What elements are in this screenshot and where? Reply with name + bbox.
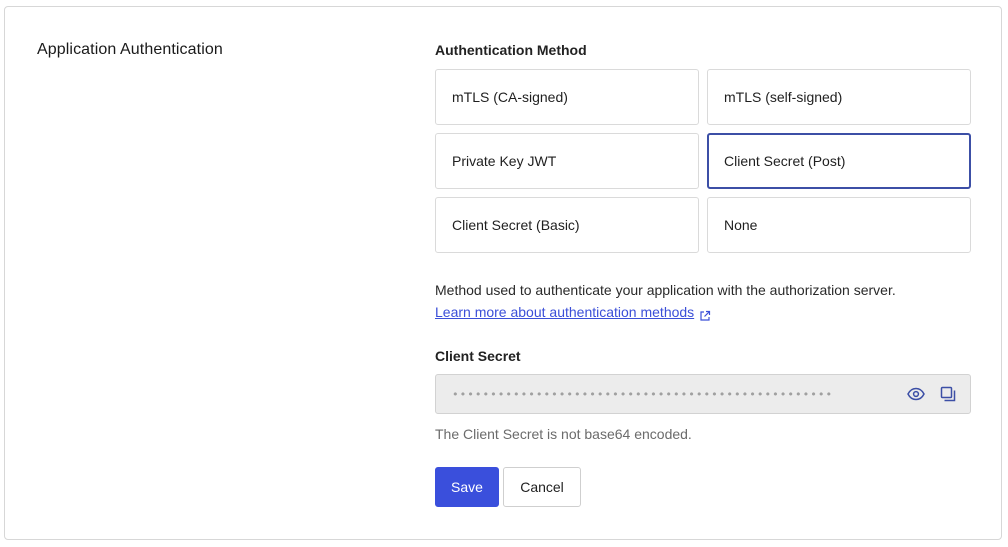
client-secret-masked-value: ••••••••••••••••••••••••••••••••••••••••… — [452, 387, 834, 401]
auth-option-client-secret-basic[interactable]: Client Secret (Basic) — [435, 197, 699, 253]
auth-method-help-text: Method used to authenticate your applica… — [435, 282, 896, 298]
eye-icon[interactable] — [904, 382, 928, 406]
learn-more-link[interactable]: Learn more about authentication methods — [435, 301, 711, 323]
client-secret-label: Client Secret — [435, 348, 521, 364]
client-secret-note: The Client Secret is not base64 encoded. — [435, 426, 692, 442]
cancel-button[interactable]: Cancel — [503, 467, 581, 507]
auth-option-mtls-ca-signed[interactable]: mTLS (CA-signed) — [435, 69, 699, 125]
auth-option-label: mTLS (CA-signed) — [452, 89, 568, 105]
auth-method-label: Authentication Method — [435, 42, 587, 58]
client-secret-field[interactable]: ••••••••••••••••••••••••••••••••••••••••… — [435, 374, 971, 414]
learn-more-link-text: Learn more about authentication methods — [435, 304, 695, 320]
auth-option-label: mTLS (self-signed) — [724, 89, 843, 105]
auth-method-options: mTLS (CA-signed) mTLS (self-signed) Priv… — [435, 69, 971, 253]
auth-option-mtls-self-signed[interactable]: mTLS (self-signed) — [707, 69, 971, 125]
save-button[interactable]: Save — [435, 467, 499, 507]
auth-option-label: Private Key JWT — [452, 153, 557, 169]
auth-option-none[interactable]: None — [707, 197, 971, 253]
auth-option-client-secret-post[interactable]: Client Secret (Post) — [707, 133, 971, 189]
form-actions: Save Cancel — [435, 467, 971, 507]
auth-settings-panel: Authentication Method mTLS (CA-signed) m… — [435, 42, 971, 507]
auth-option-label: Client Secret (Basic) — [452, 217, 580, 233]
auth-option-label: None — [724, 217, 758, 233]
section-title: Application Authentication — [37, 41, 223, 58]
application-authentication-card: Application Authentication Authenticatio… — [4, 6, 1002, 540]
auth-option-label: Client Secret (Post) — [724, 153, 846, 169]
copy-icon[interactable] — [936, 382, 960, 406]
auth-option-private-key-jwt[interactable]: Private Key JWT — [435, 133, 699, 189]
external-link-icon — [699, 306, 711, 321]
auth-method-help: Method used to authenticate your applica… — [435, 279, 971, 323]
